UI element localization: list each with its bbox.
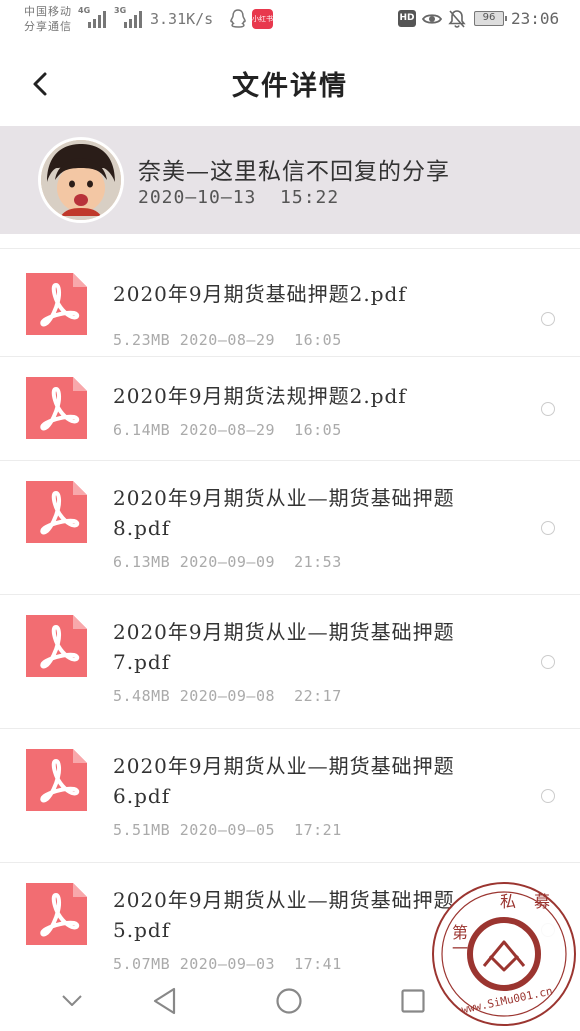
nav-collapse-button[interactable] (55, 984, 89, 1018)
battery-icon: 96 (474, 11, 507, 26)
nav-recents-button[interactable] (396, 984, 430, 1018)
file-meta: 5.48MB 2020—09—08 22:17 (113, 687, 342, 705)
nav-home-button[interactable] (272, 984, 306, 1018)
sharer-card[interactable]: 奈美—这里私信不回复的分享 2020—10—13 15:22 (0, 126, 580, 234)
avatar[interactable] (38, 137, 124, 223)
file-meta: 5.23MB 2020—08—29 16:05 (113, 331, 342, 349)
file-name: 2020年9月期货基础押题2.pdf (113, 282, 407, 306)
network-type-label-2: 3G (114, 6, 127, 15)
file-row[interactable]: 2020年9月期货从业—期货基础押题6.pdf 5.51MB 2020—09—0… (0, 728, 580, 862)
file-meta: 6.14MB 2020—08—29 16:05 (113, 421, 342, 439)
file-list: 2020年9月期货基础押题2.pdf 5.23MB 2020—08—29 16:… (0, 234, 580, 970)
file-name: 2020年9月期货从业—期货基础押题8.pdf (113, 486, 455, 540)
file-name: 2020年9月期货从业—期货基础押题6.pdf (113, 754, 455, 808)
bell-muted-icon (448, 10, 466, 28)
carrier-subname: 分享通信 (24, 20, 72, 33)
select-radio[interactable] (541, 789, 555, 803)
file-name: 2020年9月期货从业—期货基础押题7.pdf (113, 620, 455, 674)
qq-penguin-icon (230, 9, 246, 28)
file-meta: 5.51MB 2020—09—05 17:21 (113, 821, 342, 839)
chevron-down-icon (62, 995, 82, 1006)
eye-comfort-icon (422, 14, 442, 24)
network-speed: 3.31K/s (150, 10, 214, 28)
sharer-name: 奈美—这里私信不回复的分享 (138, 159, 450, 185)
status-bar: 中国移动 分享通信 4G 3G 3.31K/s 小红书 HD 96 23:06 (0, 0, 580, 42)
pdf-file-icon (26, 377, 87, 439)
select-radio[interactable] (541, 655, 555, 669)
file-row[interactable]: 2020年9月期货基础押题2.pdf 5.23MB 2020—08—29 16:… (0, 248, 580, 356)
select-radio[interactable] (541, 312, 555, 326)
file-row[interactable]: 2020年9月期货法规押题2.pdf 6.14MB 2020—08—29 16:… (0, 356, 580, 460)
pdf-file-icon (26, 481, 87, 543)
xiaohongshu-app-icon: 小红书 (252, 9, 273, 29)
watermark-left-text: 第一 (449, 924, 468, 956)
signal-strength-icon: 4G (78, 6, 106, 28)
page-title: 文件详情 (232, 71, 348, 102)
hd-voice-icon: HD (398, 10, 416, 27)
file-meta: 6.13MB 2020—09—09 21:53 (113, 553, 342, 571)
pdf-file-icon (26, 883, 87, 945)
pdf-file-icon (26, 273, 87, 335)
file-row[interactable]: 2020年9月期货从业—期货基础押题8.pdf 6.13MB 2020—09—0… (0, 460, 580, 594)
signal-strength-icon-2: 3G (114, 6, 142, 28)
carrier-info: 中国移动 分享通信 (24, 4, 72, 34)
network-type-label: 4G (78, 6, 91, 15)
pdf-file-icon (26, 749, 87, 811)
circle-home-icon (276, 988, 302, 1014)
file-row[interactable]: 2020年9月期货从业—期货基础押题7.pdf 5.48MB 2020—09—0… (0, 594, 580, 728)
top-app-bar: 文件详情 (0, 42, 580, 126)
status-time: 23:06 (511, 9, 560, 28)
carrier-name: 中国移动 (24, 5, 72, 18)
file-name: 2020年9月期货法规押题2.pdf (113, 384, 407, 408)
select-radio[interactable] (541, 402, 555, 416)
select-radio[interactable] (541, 521, 555, 535)
watermark-top-text: 私募 (500, 892, 569, 911)
watermark-seal: 第一 私募 www.SiMu001.cn (432, 882, 576, 1026)
share-timestamp: 2020—10—13 15:22 (138, 187, 340, 208)
nav-back-button[interactable] (148, 984, 182, 1018)
file-meta: 5.07MB 2020—09—03 17:41 (113, 955, 342, 970)
pdf-file-icon (26, 615, 87, 677)
square-recents-icon (401, 989, 425, 1013)
child-photo-icon (41, 140, 121, 220)
triangle-back-icon (153, 987, 176, 1015)
